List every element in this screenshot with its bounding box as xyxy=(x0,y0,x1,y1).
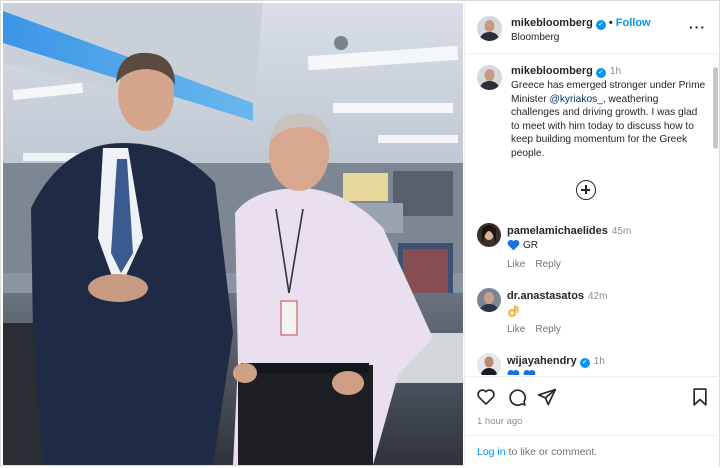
caption-mention-link[interactable]: @kyriakos_ xyxy=(550,94,603,105)
comment-reply-button[interactable]: Reply xyxy=(535,324,561,335)
comment-head: dr.anastasatos 42m xyxy=(507,290,608,302)
caption-text: Greece has emerged stronger under Prime … xyxy=(511,79,707,160)
caption-username[interactable]: mikebloomberg xyxy=(511,65,593,77)
caption-avatar[interactable] xyxy=(477,65,502,90)
comment-head: pamelamichaelides 45m xyxy=(507,225,631,237)
author-username[interactable]: mikebloomberg xyxy=(511,17,593,29)
caption-head: mikebloomberg ✓ 1h xyxy=(511,65,621,78)
scrollbar-thumb[interactable] xyxy=(713,67,718,149)
comment-text-value: GR xyxy=(523,239,538,251)
comment-icon[interactable] xyxy=(507,387,527,407)
comment-avatar[interactable] xyxy=(477,223,501,247)
comment-time: 1h xyxy=(593,356,605,367)
comment-item: wijayahendry ✓ 1h xyxy=(477,353,707,375)
comment-time: 45m xyxy=(611,226,632,237)
comment-text xyxy=(507,304,522,318)
comment-avatar[interactable] xyxy=(477,288,501,312)
caption-time: 1h xyxy=(609,66,622,77)
comment-item: dr.anastasatos 42m Like Reply xyxy=(477,288,707,346)
blue-heart-icon xyxy=(523,369,536,375)
post-side-panel: mikebloomberg ✓ • Follow Bloomberg ··· mike… xyxy=(464,2,720,466)
comment-head: wijayahendry ✓ 1h xyxy=(507,355,605,368)
author-subtitle[interactable]: Bloomberg xyxy=(511,32,559,43)
comment-username[interactable]: wijayahendry xyxy=(507,355,577,367)
comment-avatar[interactable] xyxy=(477,353,501,375)
comments-list[interactable]: mikebloomberg ✓ 1h Greece has emerged stro… xyxy=(465,55,720,375)
comment-actions: Like Reply xyxy=(507,324,571,335)
post-photo[interactable] xyxy=(3,3,463,465)
follow-button[interactable]: Follow xyxy=(616,17,651,29)
more-horizontal-icon[interactable]: ··· xyxy=(689,19,706,35)
post-header: mikebloomberg ✓ • Follow Bloomberg ··· xyxy=(465,2,720,54)
author-avatar[interactable] xyxy=(477,16,502,41)
heart-icon[interactable] xyxy=(476,387,496,407)
comment-like-button[interactable]: Like xyxy=(507,259,525,270)
post-timestamp[interactable]: 1 hour ago xyxy=(477,416,522,427)
ok-hand-emoji-icon xyxy=(508,305,519,317)
login-prompt: Log in to like or comment. xyxy=(465,435,720,468)
post-photo-image xyxy=(3,3,463,465)
blue-heart-icon xyxy=(507,369,520,375)
verified-badge-icon: ✓ xyxy=(579,358,590,368)
send-icon[interactable] xyxy=(537,387,557,407)
comment-item: pamelamichaelides 45m GR Like Reply xyxy=(477,223,707,281)
bookmark-icon[interactable] xyxy=(690,387,710,407)
comment-text: GR xyxy=(507,239,538,251)
post-action-bar: 1 hour ago Log in to like or comment. xyxy=(465,376,720,466)
comment-like-button[interactable]: Like xyxy=(507,324,525,335)
login-link[interactable]: Log in xyxy=(477,446,506,458)
login-suffix: to like or comment. xyxy=(505,446,598,458)
comment-actions: Like Reply xyxy=(507,259,571,270)
plus-circle-icon[interactable] xyxy=(576,180,596,200)
comment-reply-button[interactable]: Reply xyxy=(535,259,561,270)
comment-time: 42m xyxy=(588,291,608,302)
separator-dot: • xyxy=(608,17,613,29)
comment-username[interactable]: dr.anastasatos xyxy=(507,290,584,302)
instagram-post-modal: mikebloomberg ✓ • Follow Bloomberg ··· mike… xyxy=(0,0,720,466)
blue-heart-icon xyxy=(507,239,520,251)
author-username-row: mikebloomberg ✓ • Follow xyxy=(511,17,651,30)
comment-username[interactable]: pamelamichaelides xyxy=(507,225,608,237)
verified-badge-icon: ✓ xyxy=(595,68,606,78)
verified-badge-icon: ✓ xyxy=(595,20,606,30)
comment-text xyxy=(507,369,536,375)
